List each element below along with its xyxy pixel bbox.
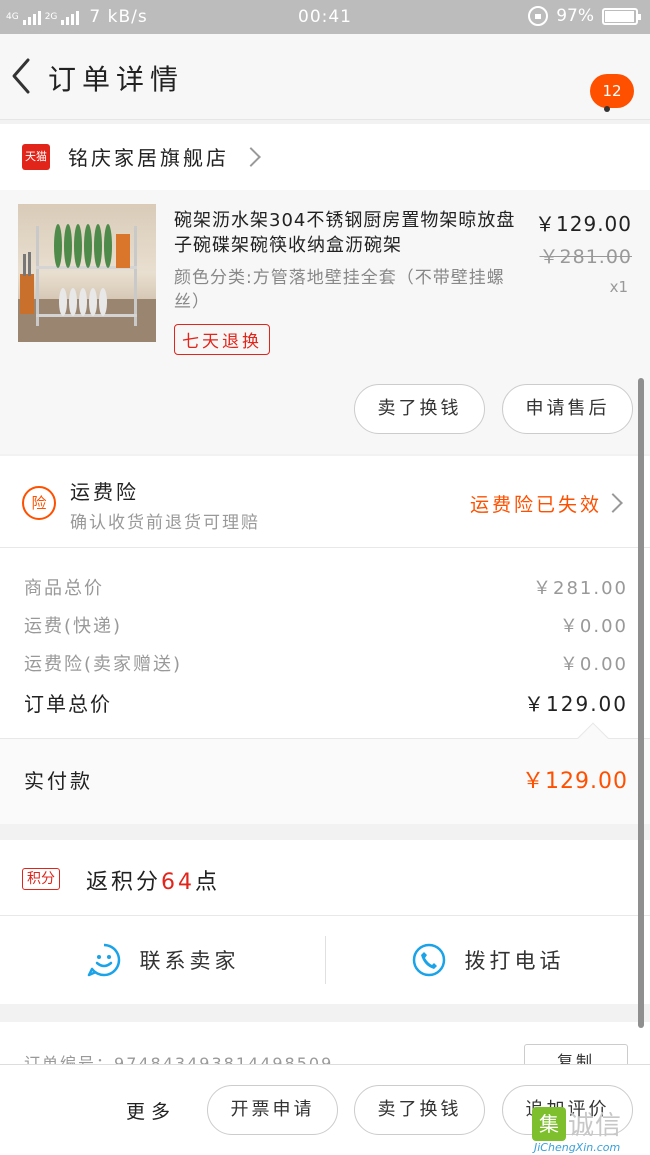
status-right: 97%: [528, 6, 641, 26]
product-image[interactable]: [18, 204, 156, 342]
watermark-logo: 集 诚信 JiChengXin.com: [532, 1105, 650, 1155]
shop-name: 铭庆家居旗舰店: [68, 146, 229, 170]
after-sales-button[interactable]: 申请售后: [502, 384, 633, 434]
watermark-chars: 诚信: [568, 1111, 623, 1141]
points-suffix: 点: [195, 870, 221, 895]
points-count: 64: [161, 870, 196, 895]
contact-seller-label: 联系卖家: [139, 949, 240, 973]
battery-icon: [602, 7, 641, 25]
chat-smile-icon: [87, 943, 120, 977]
points-text: 返积分64点: [86, 864, 220, 896]
scrollbar[interactable]: [638, 378, 644, 1028]
watermark-mark: 集 诚信: [532, 1105, 622, 1142]
message-badge[interactable]: 12: [590, 74, 634, 108]
contact-seller-button[interactable]: 联系卖家: [0, 916, 325, 1004]
dish-rack-illustration: [18, 224, 156, 342]
fee-row: 商品总价 ￥281.00: [24, 574, 628, 600]
fee-label: 运费(快递): [24, 616, 123, 637]
nav-bar: 订单详情 12: [0, 34, 650, 120]
paid-amount-row: 实付款 ￥129.00: [0, 722, 650, 824]
rotation-lock-icon: [528, 6, 549, 26]
fee-label: 运费险(卖家赠送): [24, 654, 183, 675]
insurance-icon: 险: [22, 486, 56, 520]
order-number-row: 订单编号：974843493814498509 复制: [0, 1022, 650, 1080]
shipping-insurance-row[interactable]: 险 运费险 确认收货前退货可理赔 运费险已失效: [0, 456, 650, 548]
call-label: 拨打电话: [464, 949, 565, 973]
paid-label: 实付款: [24, 769, 93, 793]
points-prefix: 返积分: [86, 870, 162, 895]
back-button[interactable]: [8, 56, 36, 96]
fee-label: 商品总价: [24, 578, 104, 599]
fee-breakdown: 商品总价 ￥281.00 运费(快递) ￥0.00 运费险(卖家赠送) ￥0.0…: [0, 548, 650, 738]
seven-day-return-tag: 七天退换: [174, 324, 270, 355]
more-vertical-icon[interactable]: [604, 106, 610, 112]
chevron-right-icon: [603, 493, 623, 513]
resell-button-bottom[interactable]: 卖了换钱: [354, 1085, 485, 1135]
insurance-status: 运费险已失效: [469, 494, 602, 516]
status-bar: 4G 2G 7 kB/s 00:41 97%: [0, 0, 650, 34]
product-price: ￥129.00: [535, 212, 632, 236]
order-item: 碗架沥水架304不锈钢厨房置物架晾放盘子碗碟架碗筷收纳盒沥碗架 颜色分类:方管落…: [0, 190, 650, 454]
watermark-box: 集: [532, 1106, 566, 1141]
contact-row: 联系卖家 拨打电话: [0, 916, 650, 1004]
product-quantity: x1: [609, 278, 628, 296]
page-title: 订单详情: [48, 63, 185, 96]
product-title[interactable]: 碗架沥水架304不锈钢厨房置物架晾放盘子碗碟架碗筷收纳盒沥碗架: [174, 208, 519, 258]
fee-value: ￥0.00: [559, 616, 628, 637]
insurance-title: 运费险: [70, 480, 139, 504]
tmall-icon: 天猫: [22, 144, 50, 170]
points-row: 积分 返积分64点: [0, 840, 650, 916]
invoice-button[interactable]: 开票申请: [207, 1085, 338, 1135]
phone-icon: [412, 943, 445, 977]
fee-value: ￥281.00: [533, 578, 628, 599]
fee-row: 运费险(卖家赠送) ￥0.00: [24, 650, 628, 676]
shop-row[interactable]: 天猫 铭庆家居旗舰店: [0, 124, 650, 190]
resell-button[interactable]: 卖了换钱: [354, 384, 485, 434]
chevron-right-icon: [241, 147, 261, 167]
chevron-left-icon: [12, 58, 30, 94]
order-total-row: 订单总价 ￥129.00: [24, 688, 628, 717]
order-total-label: 订单总价: [24, 692, 112, 716]
more-button[interactable]: 更多: [126, 1097, 176, 1124]
product-sku: 颜色分类:方管落地壁挂全套（不带壁挂螺丝）: [174, 268, 505, 312]
fee-row: 运费(快递) ￥0.00: [24, 612, 628, 638]
product-original-price: ￥281.00: [539, 246, 632, 268]
points-badge: 积分: [22, 868, 60, 890]
insurance-subtitle: 确认收货前退货可理赔: [70, 513, 260, 533]
watermark-url: JiChengXin.com: [534, 1141, 621, 1154]
call-button[interactable]: 拨打电话: [325, 916, 650, 1004]
paid-value: ￥129.00: [522, 769, 628, 794]
order-total-value: ￥129.00: [524, 692, 628, 716]
fee-value: ￥0.00: [559, 654, 628, 675]
battery-percent: 97%: [556, 6, 594, 26]
